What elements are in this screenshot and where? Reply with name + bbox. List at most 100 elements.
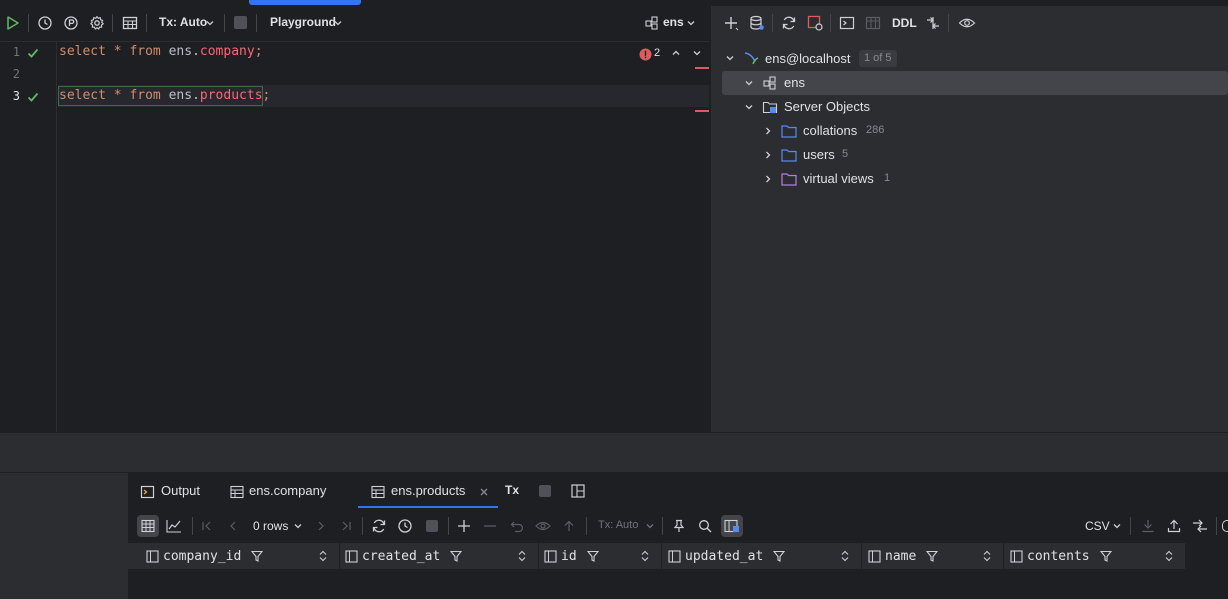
column-header[interactable]: contents	[1010, 543, 1186, 569]
toolbar-divider	[28, 14, 29, 32]
filter-icon[interactable]	[586, 550, 599, 562]
transaction-mode-dropdown[interactable]: Tx: Auto	[598, 519, 638, 531]
tree-item-users[interactable]: users	[803, 147, 835, 162]
transaction-mode-dropdown[interactable]: Tx: Auto	[159, 15, 207, 29]
sql-keyword: from	[129, 88, 161, 103]
toolbar-divider	[1130, 517, 1131, 535]
run-icon[interactable]	[2, 12, 24, 34]
panel-splitter[interactable]	[0, 432, 1228, 473]
refresh-icon[interactable]	[778, 12, 800, 34]
close-tab-icon[interactable]	[478, 486, 490, 498]
tree-item-collations[interactable]: collations	[803, 123, 857, 138]
tab-ens-products[interactable]: ens.products	[391, 483, 465, 498]
previous-page-icon[interactable]	[226, 519, 240, 533]
chevron-right-icon[interactable]	[762, 173, 774, 185]
layout-toggle-icon[interactable]	[570, 483, 586, 499]
sort-icon[interactable]	[841, 550, 849, 562]
schema-count-badge[interactable]: 1 of 5	[859, 50, 897, 67]
chevron-down-icon[interactable]	[644, 520, 656, 532]
reload-icon[interactable]	[371, 518, 387, 534]
row-count-dropdown[interactable]: 0 rows	[253, 519, 288, 533]
next-page-icon[interactable]	[314, 519, 328, 533]
revert-icon[interactable]	[509, 518, 525, 534]
sql-semicolon: ;	[262, 88, 271, 103]
grid-view-icon[interactable]	[137, 515, 159, 537]
chart-view-icon[interactable]	[165, 517, 183, 535]
column-header[interactable]: company_id	[146, 543, 340, 569]
search-icon[interactable]	[697, 518, 713, 534]
pin-tab-icon[interactable]	[671, 518, 687, 534]
sort-icon[interactable]	[518, 550, 526, 562]
add-icon[interactable]	[720, 12, 742, 34]
export-format-dropdown[interactable]: CSV	[1085, 519, 1110, 533]
chevron-up-icon[interactable]	[670, 47, 682, 59]
history-icon[interactable]	[397, 518, 413, 534]
error-icon[interactable]	[638, 47, 652, 61]
chevron-right-icon[interactable]	[762, 149, 774, 161]
chevron-down-icon[interactable]	[685, 17, 697, 29]
sql-line-3[interactable]: select * from ens.products;	[59, 88, 270, 103]
filter-icon[interactable]	[926, 550, 939, 562]
export-icon[interactable]	[1166, 518, 1182, 534]
download-icon[interactable]	[1140, 518, 1156, 534]
delete-row-icon[interactable]	[482, 518, 498, 534]
first-page-icon[interactable]	[200, 519, 214, 533]
data-source-properties-icon[interactable]	[746, 12, 768, 34]
chevron-down-icon[interactable]	[332, 17, 344, 29]
filter-icon[interactable]	[1099, 550, 1112, 562]
add-row-icon[interactable]	[456, 518, 472, 534]
sort-icon[interactable]	[983, 550, 991, 562]
column-header[interactable]: updated_at	[668, 543, 862, 569]
column-header[interactable]: name	[868, 543, 1004, 569]
filter-icon[interactable]	[450, 550, 463, 562]
history-icon[interactable]	[34, 12, 56, 34]
stop-icon[interactable]	[539, 485, 551, 497]
explain-plan-icon[interactable]	[60, 12, 82, 34]
sort-icon[interactable]	[641, 550, 649, 562]
chevron-right-icon[interactable]	[762, 125, 774, 137]
stop-icon[interactable]	[426, 520, 438, 532]
chevron-down-icon[interactable]	[204, 17, 216, 29]
submit-icon[interactable]	[561, 518, 577, 534]
server-objects-label[interactable]: Server Objects	[784, 99, 870, 114]
chevron-down-icon[interactable]	[1111, 520, 1123, 532]
query-console-icon[interactable]	[836, 12, 858, 34]
column-header[interactable]: created_at	[345, 543, 539, 569]
view-as-icon[interactable]	[721, 515, 743, 537]
error-stripe-mark[interactable]	[695, 67, 709, 69]
disconnect-icon[interactable]	[804, 12, 826, 34]
compare-icon[interactable]	[1192, 518, 1208, 534]
jump-to-source-icon[interactable]	[922, 12, 944, 34]
schema-selector[interactable]: ens	[663, 15, 684, 29]
chevron-down-icon[interactable]	[724, 52, 736, 64]
chevron-down-icon[interactable]	[743, 101, 755, 113]
tab-output[interactable]: Output	[161, 483, 200, 498]
tab-ens-company[interactable]: ens.company	[249, 483, 326, 498]
stop-icon[interactable]	[234, 16, 247, 29]
toolbar-divider	[256, 14, 257, 32]
view-options-eye-icon[interactable]	[956, 12, 978, 34]
chevron-down-icon[interactable]	[691, 47, 703, 59]
chevron-down-icon[interactable]	[292, 520, 304, 532]
sort-icon[interactable]	[1165, 550, 1173, 562]
connection-label[interactable]: ens@localhost	[765, 51, 850, 66]
ddl-button[interactable]: DDL	[892, 16, 917, 30]
sort-icon[interactable]	[319, 550, 327, 562]
filter-icon[interactable]	[773, 550, 786, 562]
last-page-icon[interactable]	[339, 519, 353, 533]
console-selector[interactable]: Playground	[270, 15, 336, 29]
more-options-icon[interactable]	[1222, 520, 1228, 532]
schema-label[interactable]: ens	[784, 75, 805, 90]
preview-changes-icon[interactable]	[534, 518, 552, 534]
table-editor-icon[interactable]	[862, 12, 884, 34]
chevron-down-icon[interactable]	[743, 77, 755, 89]
transaction-status-button[interactable]: Tx	[505, 483, 519, 497]
tree-item-virtual-views[interactable]: virtual views	[803, 171, 874, 186]
problems-count[interactable]: 2	[654, 47, 660, 59]
column-header[interactable]: id	[544, 543, 662, 569]
error-stripe-mark[interactable]	[695, 110, 709, 112]
filter-icon[interactable]	[251, 550, 264, 562]
settings-gear-icon[interactable]	[86, 12, 108, 34]
sql-line-1[interactable]: select * from ens.company;	[59, 44, 263, 59]
table-view-icon[interactable]	[119, 12, 141, 34]
